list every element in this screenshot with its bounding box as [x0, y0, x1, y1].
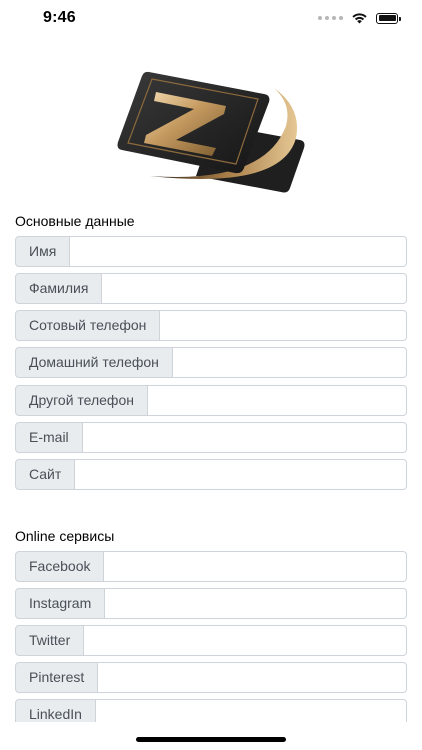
home-phone-label: Домашний телефон	[15, 347, 173, 378]
email-input[interactable]	[82, 422, 407, 453]
wifi-icon	[352, 13, 367, 24]
name-label: Имя	[15, 236, 71, 267]
website-label: Сайт	[15, 459, 76, 490]
other-phone-label: Другой телефон	[15, 385, 148, 416]
email-label: E-mail	[15, 422, 83, 453]
pinterest-label: Pinterest	[15, 662, 99, 693]
facebook-label: Facebook	[15, 551, 105, 582]
other-phone-input[interactable]	[147, 385, 407, 416]
signal-dots-icon	[318, 16, 343, 20]
surname-input[interactable]	[102, 273, 407, 304]
battery-icon	[376, 12, 401, 24]
status-icons	[318, 12, 401, 24]
surname-field-row: Фамилия	[15, 273, 407, 304]
basic-section-title: Основные данные	[15, 213, 135, 229]
instagram-label: Instagram	[15, 588, 106, 619]
facebook-input[interactable]	[104, 551, 407, 582]
mobile-phone-field-row: Сотовый телефон	[15, 310, 407, 341]
twitter-input[interactable]	[84, 625, 407, 656]
website-field-row: Сайт	[15, 459, 407, 490]
twitter-field-row: Twitter	[15, 625, 407, 656]
status-bar: 9:46	[0, 0, 422, 40]
mobile-phone-label: Сотовый телефон	[15, 310, 161, 341]
other-phone-field-row: Другой телефон	[15, 385, 407, 416]
status-time: 9:46	[43, 9, 76, 26]
website-input[interactable]	[75, 459, 407, 490]
z-card-logo-icon	[117, 71, 305, 193]
home-phone-field-row: Домашний телефон	[15, 347, 407, 378]
pinterest-input[interactable]	[98, 662, 407, 693]
instagram-field-row: Instagram	[15, 588, 407, 619]
name-field-row: Имя	[15, 236, 407, 267]
pinterest-field-row: Pinterest	[15, 662, 407, 693]
email-field-row: E-mail	[15, 422, 407, 453]
twitter-label: Twitter	[15, 625, 85, 656]
surname-label: Фамилия	[15, 273, 103, 304]
mobile-phone-input[interactable]	[160, 310, 407, 341]
bottom-safe-area	[0, 722, 422, 750]
name-input[interactable]	[70, 236, 407, 267]
instagram-input[interactable]	[105, 588, 407, 619]
home-indicator[interactable]	[136, 737, 286, 742]
online-section-title: Online сервисы	[15, 528, 115, 544]
home-phone-input[interactable]	[172, 347, 407, 378]
facebook-field-row: Facebook	[15, 551, 407, 582]
